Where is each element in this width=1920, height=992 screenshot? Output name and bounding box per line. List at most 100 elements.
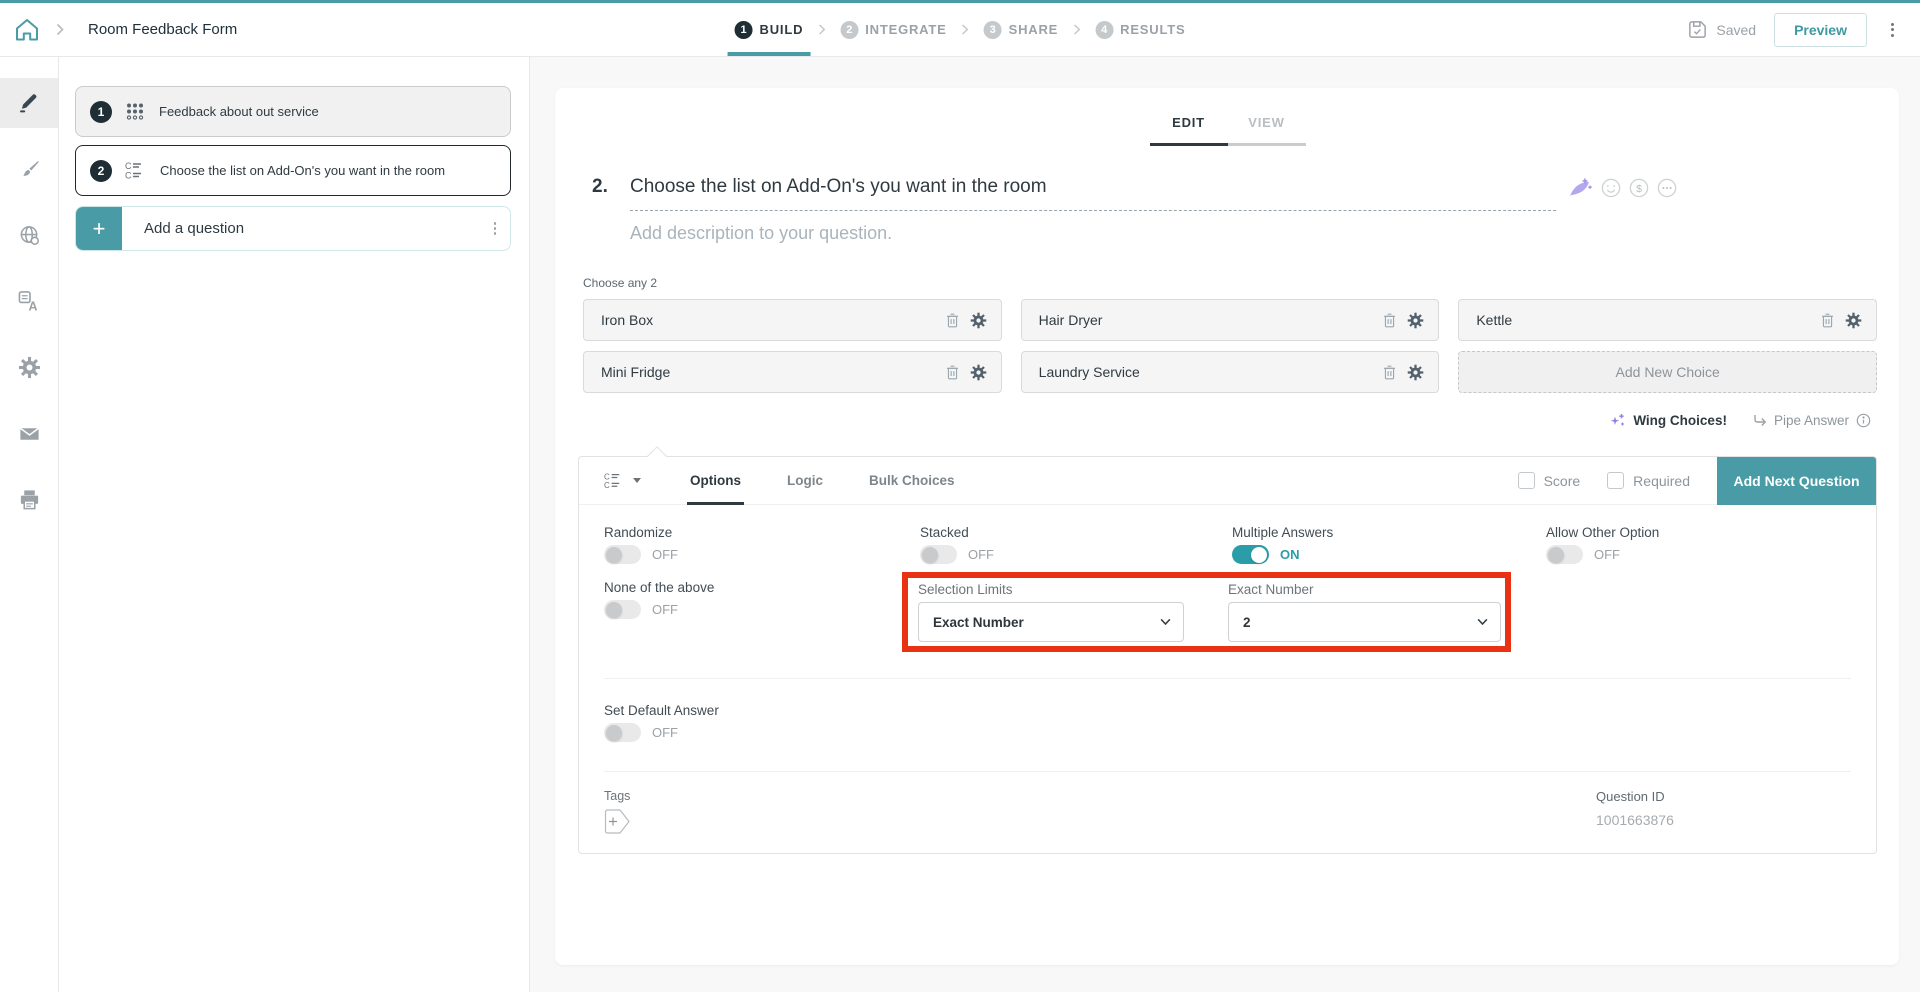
none-above-toggle[interactable]	[604, 600, 641, 619]
step-results[interactable]: 4 RESULTS	[1095, 21, 1185, 39]
stacked-toggle[interactable]	[920, 545, 957, 564]
multiple-answers-toggle[interactable]	[1232, 545, 1269, 564]
question-item-2[interactable]: 2 CC Choose the list on Add-On's you wan…	[75, 145, 511, 196]
save-status: Saved	[1687, 19, 1756, 40]
question-item-1[interactable]: 1 Feedback about out service	[75, 86, 511, 137]
choice-iron-box[interactable]: Iron Box	[583, 299, 1002, 341]
multiple-answers-label: Multiple Answers	[1232, 525, 1546, 540]
tab-edit[interactable]: EDIT	[1150, 115, 1228, 146]
tab-bulk-choices[interactable]: Bulk Choices	[846, 457, 978, 504]
currency-icon[interactable]: $	[1629, 178, 1649, 198]
required-checkbox[interactable]	[1607, 472, 1624, 489]
gear-icon[interactable]	[1407, 312, 1424, 329]
add-new-choice-button[interactable]: Add New Choice	[1458, 351, 1877, 393]
editor-area: EDIT VIEW 2. Choose the list on Add-On's…	[530, 57, 1920, 992]
app: Room Feedback Form 1 BUILD 2 INTEGRATE 3…	[0, 0, 1920, 992]
trash-icon[interactable]	[1383, 313, 1396, 328]
choice-mini-fridge[interactable]: Mini Fridge	[583, 351, 1002, 393]
svg-text:C: C	[125, 161, 132, 171]
trash-icon[interactable]	[946, 313, 959, 328]
rail-settings-icon[interactable]	[0, 342, 58, 392]
selection-limits-label: Selection Limits	[918, 582, 1184, 597]
randomize-state: OFF	[652, 547, 678, 562]
wing-choices-label: Wing Choices!	[1633, 413, 1727, 428]
question-id-value: 1001663876	[1596, 812, 1851, 828]
question-id-section: Question ID 1001663876	[1596, 789, 1851, 839]
score-checkbox[interactable]	[1518, 472, 1535, 489]
rail-print-icon[interactable]	[0, 474, 58, 524]
step-build-label: BUILD	[760, 22, 804, 37]
gear-icon[interactable]	[1845, 312, 1862, 329]
none-above-setting: None of the above OFF	[604, 580, 920, 619]
question-number: 2.	[592, 176, 630, 198]
gear-icon[interactable]	[970, 364, 987, 381]
smiley-icon[interactable]	[1601, 178, 1621, 198]
header-kebab-menu-icon[interactable]	[1885, 19, 1900, 41]
add-question-button[interactable]: + Add a question	[75, 206, 511, 251]
wing-choices-link[interactable]: Wing Choices!	[1610, 413, 1727, 428]
choice-label: Kettle	[1476, 312, 1512, 328]
selection-limits-group: Selection Limits Exact Number	[918, 582, 1184, 646]
randomize-label: Randomize	[604, 525, 920, 540]
none-above-label: None of the above	[604, 580, 920, 595]
saved-floppy-icon	[1687, 19, 1708, 40]
allow-other-state: OFF	[1594, 547, 1620, 562]
question-list-panel: 1 Feedback about out service 2 CC Choose…	[59, 57, 530, 992]
add-next-question-button[interactable]: Add Next Question	[1717, 457, 1876, 505]
home-icon[interactable]	[14, 17, 40, 43]
required-label: Required	[1633, 473, 1690, 489]
preview-button[interactable]: Preview	[1774, 13, 1867, 47]
allow-other-label: Allow Other Option	[1546, 525, 1851, 540]
step-build[interactable]: 1 BUILD	[735, 21, 804, 39]
trash-icon[interactable]	[1821, 313, 1834, 328]
choice-laundry-service[interactable]: Laundry Service	[1021, 351, 1440, 393]
selection-limits-highlight: Selection Limits Exact Number Exact Numb…	[902, 572, 1511, 652]
select-caret-icon	[1160, 619, 1171, 626]
pipe-answer-link[interactable]: Pipe Answer	[1753, 413, 1871, 428]
tags-label: Tags	[604, 789, 631, 803]
add-tag-button[interactable]	[604, 809, 631, 834]
allow-other-toggle[interactable]	[1546, 545, 1583, 564]
trash-icon[interactable]	[1383, 365, 1396, 380]
more-options-icon[interactable]	[1657, 178, 1677, 198]
tab-logic[interactable]: Logic	[764, 457, 846, 504]
form-title[interactable]: Room Feedback Form	[88, 21, 237, 38]
step-share-number: 3	[984, 21, 1002, 39]
step-separator-icon	[818, 24, 825, 35]
set-default-toggle[interactable]	[604, 723, 641, 742]
exact-number-select[interactable]: 2	[1228, 602, 1501, 642]
question-title-input[interactable]: Choose the list on Add-On's you want in …	[630, 176, 1556, 211]
multi-choice-type-icon: CC	[604, 472, 624, 490]
question-description-input[interactable]: Add description to your question.	[630, 223, 1877, 244]
tab-options[interactable]: Options	[667, 457, 764, 504]
rail-globe-icon[interactable]	[0, 210, 58, 260]
choice-kettle[interactable]: Kettle	[1458, 299, 1877, 341]
breadcrumb-chevron-icon	[56, 23, 64, 36]
header: Room Feedback Form 1 BUILD 2 INTEGRATE 3…	[0, 3, 1920, 57]
step-share[interactable]: 3 SHARE	[984, 21, 1059, 39]
question-2-number: 2	[90, 160, 112, 182]
add-question-kebab-icon[interactable]	[488, 218, 503, 239]
pipe-answer-label: Pipe Answer	[1774, 413, 1849, 428]
step-integrate[interactable]: 2 INTEGRATE	[840, 21, 946, 39]
step-share-label: SHARE	[1009, 22, 1059, 37]
rail-translate-icon[interactable]: A	[0, 276, 58, 326]
gear-icon[interactable]	[1407, 364, 1424, 381]
choose-hint-label: Choose any 2	[583, 276, 1877, 290]
randomize-toggle[interactable]	[604, 545, 641, 564]
trash-icon[interactable]	[946, 365, 959, 380]
score-checkbox-group[interactable]: Score	[1518, 472, 1581, 489]
choice-hair-dryer[interactable]: Hair Dryer	[1021, 299, 1440, 341]
info-icon[interactable]	[1856, 413, 1871, 428]
svg-text:C: C	[125, 171, 132, 181]
gear-icon[interactable]	[970, 312, 987, 329]
rail-email-icon[interactable]	[0, 408, 58, 458]
selection-limits-select[interactable]: Exact Number	[918, 602, 1184, 642]
ai-wing-icon[interactable]	[1568, 177, 1593, 199]
choice-label: Mini Fridge	[601, 364, 670, 380]
tab-view[interactable]: VIEW	[1228, 115, 1306, 146]
rail-edit-icon[interactable]	[0, 78, 58, 128]
rail-design-icon[interactable]	[0, 144, 58, 194]
required-checkbox-group[interactable]: Required	[1607, 472, 1690, 489]
question-type-selector[interactable]: CC	[579, 457, 641, 504]
